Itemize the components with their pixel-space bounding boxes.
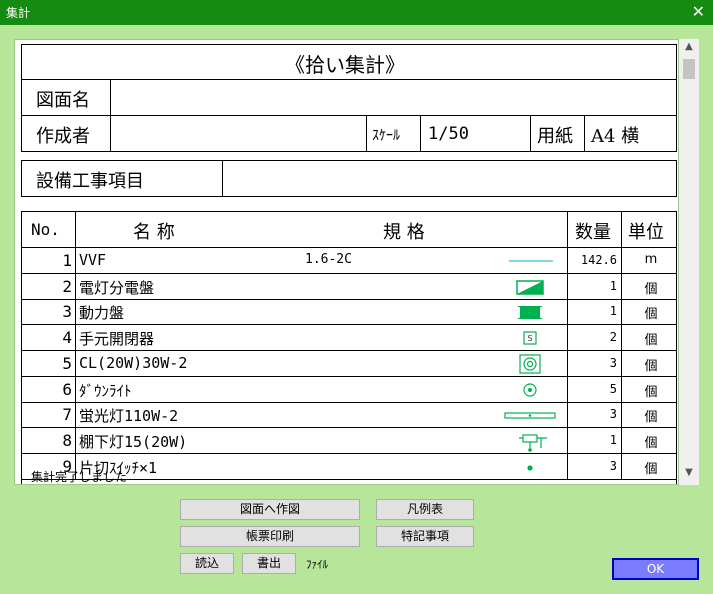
row-name: 棚下灯15(20W)	[79, 432, 188, 451]
table-row: 7 蛍光灯110W-2 3 個	[21, 402, 677, 429]
author-label: 作成者	[36, 126, 90, 147]
row-name: CL(20W)30W-2	[79, 353, 188, 372]
row-name: 蛍光灯110W-2	[79, 407, 179, 426]
table-row: 1 VVF 1.6-2C 142.6 m	[21, 248, 677, 274]
row-name: 手元開閉器	[79, 330, 155, 349]
row-no: 4	[62, 328, 72, 348]
table-row: 6 ﾀﾞｳﾝﾗｲﾄ 5 個	[21, 376, 677, 403]
paper-value: A4 横	[591, 126, 640, 147]
table-row: 8 棚下灯15(20W) 1 個	[21, 427, 677, 454]
row-no: 5	[62, 353, 72, 373]
summary-sheet[interactable]: 《拾い集計》 図面名 作成者 ｽｹｰﾙ 1/50 用紙 A4 横 設備工事項目 …	[14, 39, 679, 485]
legend-button[interactable]: 凡例表	[376, 499, 474, 520]
col-no-header: No.	[31, 220, 60, 239]
row-no: 6	[62, 379, 72, 399]
table-row: 2 電灯分電盤 1 個	[21, 273, 677, 300]
power-panel-icon	[501, 301, 561, 323]
row-unit: 個	[644, 384, 658, 400]
row-unit: 個	[644, 281, 658, 297]
sheet-heading: 《拾い集計》	[285, 53, 405, 77]
row-no: 3	[62, 302, 72, 322]
local-switch-icon: S	[501, 327, 561, 349]
scale-label: ｽｹｰﾙ	[372, 128, 400, 144]
row-unit: 個	[644, 461, 658, 477]
row-unit: 個	[644, 307, 658, 323]
col-unit-header: 単位	[628, 222, 664, 243]
vertical-scrollbar[interactable]: ▲ ▼	[679, 39, 699, 485]
row-unit: 個	[644, 435, 658, 451]
downlight-icon	[501, 379, 561, 401]
row-qty: 3	[609, 458, 617, 473]
row-name: 動力盤	[79, 304, 125, 323]
print-form-button[interactable]: 帳票印刷	[180, 526, 360, 547]
col-name-header: 名 称	[133, 222, 175, 243]
row-no: 2	[62, 276, 72, 296]
load-button[interactable]: 読込	[180, 553, 234, 574]
row-qty: 3	[609, 407, 617, 422]
row-no: 7	[62, 405, 72, 425]
fluorescent-light-icon	[501, 404, 561, 426]
col-qty-header: 数量	[575, 222, 611, 243]
row-spec: 1.6-2C	[305, 252, 352, 267]
row-unit: 個	[644, 410, 658, 426]
table-row: 3 動力盤 1 個	[21, 299, 677, 326]
row-unit: 個	[644, 333, 658, 349]
file-label: ﾌｧｲﾙ	[306, 558, 328, 571]
row-qty: 1	[609, 304, 617, 319]
drawing-name-label: 図面名	[36, 90, 90, 111]
table-row: 5 CL(20W)30W-2 3 個	[21, 350, 677, 377]
row-unit: m	[644, 252, 658, 267]
row-qty: 5	[609, 381, 617, 396]
row-name: ﾀﾞｳﾝﾗｲﾄ	[79, 381, 132, 400]
paper-label: 用紙	[537, 126, 573, 147]
row-no: 8	[62, 430, 72, 450]
row-qty: 1	[609, 278, 617, 293]
scroll-up-icon[interactable]: ▲	[679, 41, 699, 57]
ok-button[interactable]: OK	[612, 558, 699, 580]
table-row: 4 手元開閉器 S 2 個	[21, 325, 677, 352]
col-spec-header: 規 格	[383, 222, 425, 243]
line-icon	[501, 250, 561, 272]
special-notes-button[interactable]: 特記事項	[376, 526, 474, 547]
row-qty: 2	[609, 330, 617, 345]
scale-value: 1/50	[428, 124, 469, 144]
work-item-label: 設備工事項目	[36, 171, 144, 192]
scroll-down-icon[interactable]: ▼	[679, 467, 699, 483]
lighting-panel-icon	[501, 276, 561, 298]
row-name: 電灯分電盤	[79, 278, 155, 297]
draw-to-drawing-button[interactable]: 図面へ作図	[180, 499, 360, 520]
window-title: 集計	[6, 6, 31, 20]
row-unit: 個	[644, 358, 658, 374]
row-qty: 142.6	[580, 253, 617, 267]
row-no: 1	[62, 251, 72, 270]
row-qty: 3	[609, 355, 617, 370]
row-name: VVF	[79, 251, 107, 269]
row-qty: 1	[609, 432, 617, 447]
ceiling-light-icon	[501, 353, 561, 375]
single-switch-icon	[501, 456, 561, 478]
status-message: 集計完了しました	[31, 470, 128, 484]
close-icon[interactable]: ✕	[692, 2, 705, 22]
export-button[interactable]: 書出	[242, 553, 296, 574]
title-bar: 集計 ✕	[0, 0, 713, 25]
scroll-thumb[interactable]	[683, 59, 695, 79]
svg-text:S: S	[527, 334, 532, 343]
under-shelf-light-icon	[501, 430, 561, 452]
dialog-body: 《拾い集計》 図面名 作成者 ｽｹｰﾙ 1/50 用紙 A4 横 設備工事項目 …	[0, 25, 713, 594]
